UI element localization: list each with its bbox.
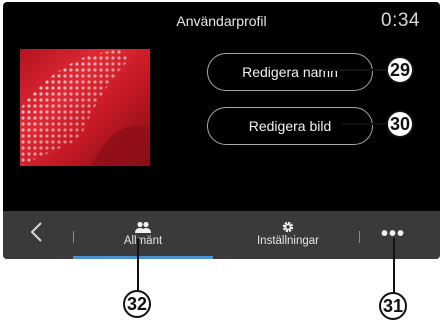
callout-leader-31 (393, 238, 395, 294)
callout-leader-30 (342, 123, 390, 125)
tab-settings-label: Inställningar (256, 235, 319, 247)
back-button[interactable] (29, 221, 43, 249)
edit-picture-button[interactable]: Redigera bild (207, 107, 373, 145)
chevron-left-icon (30, 222, 42, 242)
gear-icon (282, 221, 294, 233)
callout-29: 29 (386, 56, 414, 84)
tab-general-label: Allmänt (123, 235, 163, 247)
callout-30: 30 (386, 110, 414, 138)
edit-name-label: Redigera namn (242, 64, 338, 80)
profile-photo-pattern (20, 49, 150, 166)
callout-31: 31 (379, 292, 407, 320)
separator (359, 231, 360, 243)
edit-name-button[interactable]: Redigera namn (207, 53, 373, 91)
users-icon (135, 221, 151, 233)
active-tab-indicator (73, 256, 213, 259)
callout-leader-32 (137, 238, 139, 290)
page-title: Användarprofil (176, 13, 267, 29)
edit-picture-label: Redigera bild (248, 118, 332, 134)
bottom-navigation-bar: Allmänt Inställningar ••• (3, 211, 440, 259)
clock: 0:34 (381, 10, 420, 31)
callout-32: 32 (123, 290, 151, 318)
profile-picture (20, 49, 150, 166)
tab-settings[interactable]: Inställningar (223, 211, 353, 259)
callout-leader-29 (322, 69, 388, 71)
infotainment-screen: Användarprofil 0:34 Redigera namn Redige… (3, 2, 440, 259)
tab-general[interactable]: Allmänt (73, 211, 213, 259)
